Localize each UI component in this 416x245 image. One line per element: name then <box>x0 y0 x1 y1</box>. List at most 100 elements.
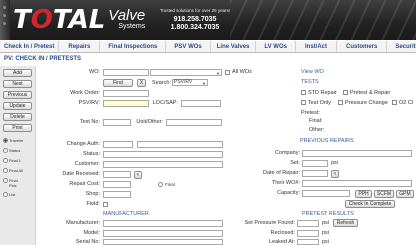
final-label: Final <box>165 182 175 187</box>
action-sidebar: Add Next Previous Update Delete Print Tr… <box>0 66 36 245</box>
company-input[interactable] <box>302 150 412 157</box>
set-pressure-unit: psi <box>322 220 330 226</box>
shop-input[interactable] <box>103 191 131 198</box>
radio-final-pick[interactable]: Final Pick <box>3 178 23 188</box>
nav-repairs[interactable]: Repairs <box>59 41 101 53</box>
manufacturer-section-title: MANUFACTURER <box>103 211 149 217</box>
radio-icon <box>3 168 8 173</box>
radio-status[interactable]: Status <box>3 148 20 153</box>
status-label: Status: <box>82 151 100 157</box>
change-auth-name-input[interactable] <box>137 141 223 148</box>
their-wo-input[interactable] <box>302 180 412 187</box>
unit-other-label: Unit/Other: <box>136 119 163 125</box>
repair-cost-label: Repair Cost: <box>69 181 100 187</box>
repair-cost-input[interactable] <box>103 181 131 188</box>
nav-inst-act[interactable]: Inst/Act <box>296 41 337 53</box>
radio-icon <box>3 178 8 183</box>
date-received-label: Date Received: <box>62 171 100 177</box>
print-button[interactable]: Print <box>3 124 32 132</box>
final-radio[interactable] <box>158 182 163 187</box>
unit-other-input[interactable] <box>166 119 222 126</box>
wo-select[interactable]: ▼ <box>150 69 222 76</box>
scfm-button[interactable]: SCFM <box>374 190 394 198</box>
shop-label: Shop: <box>85 191 100 197</box>
app-header: TOTAL Valve Systems Trusted solutions fo… <box>0 0 416 40</box>
phone-numbers: 918.258.7035 1.800.324.7035 <box>150 16 240 32</box>
psv-rv-input[interactable] <box>103 100 149 107</box>
nav-final-inspections[interactable]: Final Inspections <box>100 41 167 53</box>
gpm-button[interactable]: GPM <box>396 190 414 198</box>
test-only-checkbox[interactable] <box>301 100 306 105</box>
radio-icon <box>3 192 8 197</box>
radio-list[interactable]: List <box>3 192 15 197</box>
loc-sap-label: LOC/SAP: <box>152 100 178 106</box>
radio-traveler[interactable]: Traveler <box>3 138 24 143</box>
next-button[interactable]: Next <box>3 80 32 88</box>
calendar-icon[interactable]: < <box>331 170 339 178</box>
reclosed-input[interactable] <box>297 230 319 237</box>
capacity-input[interactable] <box>302 190 350 197</box>
status-input[interactable] <box>103 151 223 158</box>
refresh-button[interactable]: Refresh <box>333 219 358 227</box>
pretest-repair-checkbox[interactable] <box>343 90 348 95</box>
field-label: Field: <box>86 201 100 207</box>
std-repair-label: STD Repair <box>308 90 337 96</box>
set-pressure-found-input[interactable] <box>297 220 319 227</box>
find-button[interactable]: Find <box>103 79 133 87</box>
previous-button[interactable]: Previous <box>3 91 32 99</box>
brand-wordmark: TOTAL <box>13 5 106 35</box>
date-of-repair-label: Date of Repair: <box>263 170 300 176</box>
add-button[interactable]: Add <box>3 69 32 77</box>
delete-button[interactable]: Delete <box>3 113 32 121</box>
final-test-label: Final: <box>309 118 323 124</box>
nav-psv-wos[interactable]: PSV WOs <box>166 41 211 53</box>
pph-button[interactable]: PPH <box>355 190 372 198</box>
std-repair-checkbox[interactable] <box>301 90 306 95</box>
radio-selected-icon <box>3 138 8 143</box>
change-auth-input[interactable] <box>103 141 133 148</box>
nav-customers[interactable]: Customers <box>337 41 388 53</box>
pretest-results-title: PRETEST RESULTS <box>302 211 354 217</box>
calendar-icon[interactable]: < <box>134 171 142 179</box>
leaked-at-input[interactable] <box>297 239 319 245</box>
customer-input[interactable] <box>103 161 223 168</box>
check-in-complete-button[interactable]: Check In Complete <box>345 200 395 208</box>
nav-check-in[interactable]: Check In / Pretest <box>0 41 60 53</box>
search-select[interactable]: PSV/RV ▼ <box>172 79 208 86</box>
date-of-repair-input[interactable] <box>302 170 328 177</box>
o2-clean-label: O2 Cl <box>399 100 414 106</box>
tests-section-title: TESTS <box>301 79 319 85</box>
loc-sap-input[interactable] <box>181 100 221 107</box>
nav-security[interactable]: Security <box>387 41 416 53</box>
radio-final-1[interactable]: Final 1 <box>3 158 21 163</box>
radio-final-all[interactable]: Final All <box>3 168 23 173</box>
pretest-repair-label: Pretest & Repair <box>350 90 391 96</box>
chevron-down-icon: ▼ <box>216 71 220 76</box>
set-input[interactable] <box>302 160 328 167</box>
model-input[interactable] <box>103 230 223 237</box>
test-only-label: Test Only <box>308 100 331 106</box>
capacity-label: Capacity: <box>277 190 300 196</box>
nav-line-valves[interactable]: Line Valves <box>211 41 257 53</box>
phone-tollfree: 1.800.324.7035 <box>170 24 220 31</box>
clear-button[interactable]: X <box>137 79 146 87</box>
serial-no-label: Serial No: <box>75 239 100 245</box>
test-no-input[interactable] <box>103 119 131 126</box>
work-order-label: Work Order: <box>70 90 100 96</box>
field-checkbox[interactable] <box>103 202 108 207</box>
work-order-input[interactable] <box>103 90 149 97</box>
test-no-label: Test No: <box>79 119 100 125</box>
date-received-input[interactable] <box>103 171 131 178</box>
brand-logo[interactable]: TOTAL Valve Systems <box>13 5 145 35</box>
chevron-down-icon: ▼ <box>202 81 206 86</box>
nav-lv-wos[interactable]: LV WOs <box>256 41 296 53</box>
manufacturer-input[interactable] <box>103 220 223 227</box>
serial-no-input[interactable] <box>103 239 223 245</box>
pressure-change-checkbox[interactable] <box>338 100 343 105</box>
wo-input[interactable] <box>103 69 149 76</box>
update-button[interactable]: Update <box>3 102 32 110</box>
pressure-change-label: Pressure Change <box>345 100 388 106</box>
all-wos-checkbox[interactable] <box>225 70 230 75</box>
view-wo-link[interactable]: View WO <box>301 69 324 75</box>
o2-clean-checkbox[interactable] <box>392 100 397 105</box>
